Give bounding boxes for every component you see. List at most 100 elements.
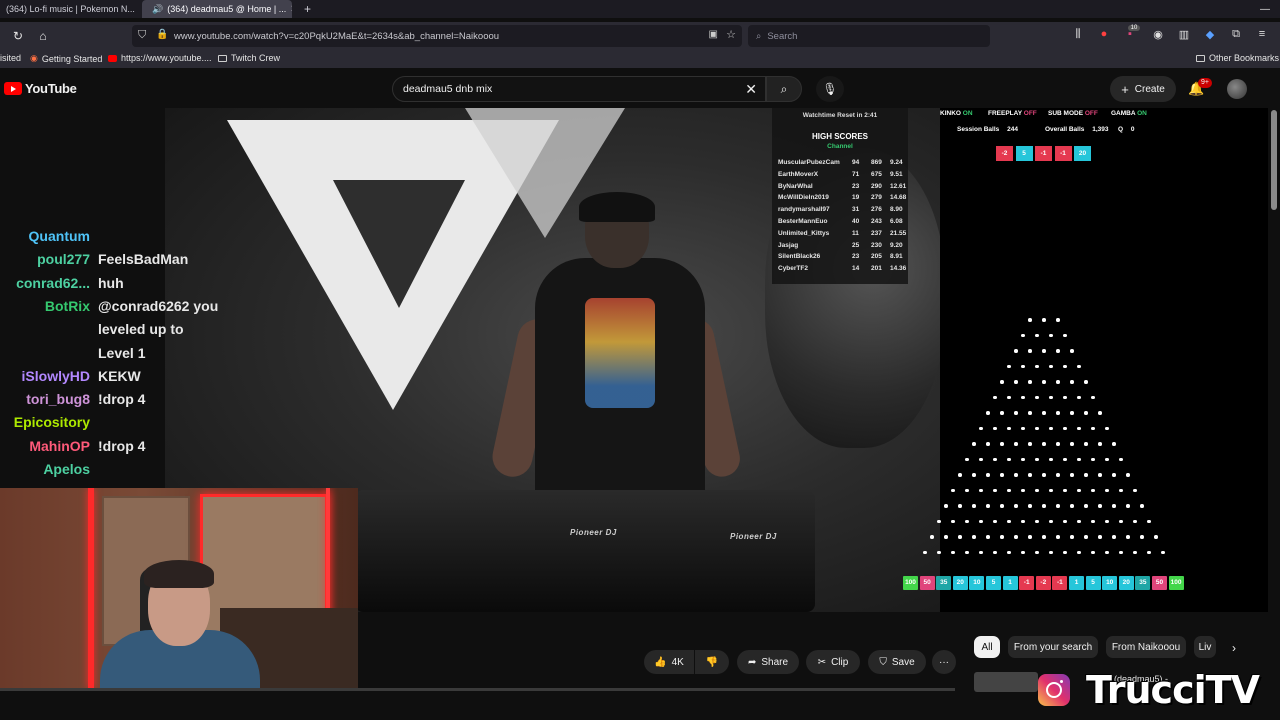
- bookmark-getting-started[interactable]: ◉ Getting Started: [30, 53, 102, 64]
- plinko-peg: [1091, 519, 1095, 524]
- tab-lofi[interactable]: (364) Lo-fi music | Pokemon N... ✕: [0, 0, 138, 18]
- youtube-logo[interactable]: YouTube: [4, 81, 77, 96]
- dj-performer: [488, 192, 744, 528]
- status-state: OFF: [1084, 110, 1098, 117]
- tab-label: (364) Lo-fi music | Pokemon N...: [6, 4, 135, 14]
- bookmark-icon: ⛉: [879, 656, 887, 668]
- plinko-result-chip: -1: [1035, 146, 1052, 161]
- home-icon[interactable]: ⌂: [35, 28, 51, 44]
- plinko-bucket: 20: [1118, 576, 1134, 590]
- plinko-peg: [1042, 535, 1046, 539]
- plinko-peg: [1070, 504, 1074, 508]
- plinko-peg: [944, 504, 948, 508]
- plinko-peg: [1035, 333, 1039, 338]
- bookmark-youtube[interactable]: https://www.youtube....: [108, 53, 212, 63]
- recommended-video-thumbnail[interactable]: [974, 672, 1038, 692]
- plinko-peg: [979, 457, 983, 462]
- chip-all[interactable]: All: [974, 636, 1000, 658]
- score-name: CyberTF2: [778, 265, 808, 273]
- status-label: GAMBA: [1111, 110, 1136, 117]
- save-button[interactable]: ⛉ Save: [868, 650, 926, 674]
- bookmarks-bar: isited ◉ Getting Started https://www.you…: [0, 50, 1280, 68]
- youtube-play-icon: [4, 82, 22, 95]
- account-icon[interactable]: ◉: [1150, 28, 1166, 41]
- chip-live[interactable]: Liv: [1194, 636, 1216, 658]
- youtube-favicon-icon: [108, 54, 117, 62]
- plinko-bucket: 35: [936, 576, 952, 590]
- close-tab-icon[interactable]: ✕: [290, 4, 292, 15]
- chevron-right-icon[interactable]: ›: [1224, 638, 1244, 658]
- create-button[interactable]: + Create: [1110, 76, 1176, 102]
- browser-tab-bar: (364) Lo-fi music | Pokemon N... ✕ 🔊 (36…: [0, 0, 1280, 18]
- plinko-peg: [1000, 442, 1004, 446]
- share-button[interactable]: ➦ Share: [737, 650, 799, 674]
- clip-button[interactable]: ✂ Clip: [806, 650, 860, 674]
- score-a: 14: [852, 265, 860, 273]
- high-score-row: randymarshall97 31 276 8.90: [778, 206, 904, 218]
- page-scrollbar[interactable]: [1268, 108, 1280, 692]
- extension-shield-icon[interactable]: ◆: [1202, 28, 1218, 41]
- score-name: BesterMannEuo: [778, 218, 828, 225]
- menu-icon[interactable]: ≡: [1254, 28, 1270, 40]
- youtube-search-button[interactable]: ⌕: [766, 76, 802, 102]
- status-gamba: GAMBA ON: [1111, 110, 1147, 117]
- video-progress-bar[interactable]: [0, 688, 955, 691]
- more-actions-button[interactable]: ···: [932, 650, 956, 674]
- clear-search-icon[interactable]: ✕: [745, 81, 757, 98]
- plinko-peg: [1056, 349, 1060, 353]
- high-score-row: ByNarWhal 23 290 12.61: [778, 182, 906, 195]
- plinko-peg: [972, 442, 976, 446]
- plinko-result-chip: -1: [1054, 146, 1072, 161]
- plinko-bucket: 5: [986, 576, 1001, 590]
- reload-icon[interactable]: ↻: [10, 28, 26, 44]
- minimize-icon[interactable]: —: [1260, 0, 1270, 18]
- bookmark-star-icon[interactable]: ☆: [726, 28, 736, 41]
- plinko-peg: [986, 504, 990, 508]
- plinko-peg: [1021, 519, 1025, 524]
- high-score-row: Jasjag 25 230 9.20: [778, 242, 904, 254]
- dislike-button[interactable]: 👎: [695, 650, 729, 674]
- status-label: SUB MODE: [1048, 110, 1084, 117]
- score-a: 31: [852, 206, 860, 214]
- plinko-result-chip: -2: [996, 146, 1013, 161]
- voice-search-button[interactable]: 🎙: [816, 76, 844, 102]
- like-button[interactable]: 👍 4K: [644, 650, 694, 674]
- tab-deadmau5[interactable]: 🔊 (364) deadmau5 @ Home | ... ✕: [142, 0, 292, 18]
- score-c: 21.55: [890, 229, 907, 237]
- plinko-peg: [1063, 333, 1067, 338]
- plinko-peg: [979, 519, 983, 524]
- library-icon[interactable]: ⫼: [1070, 28, 1086, 41]
- extension-record-icon[interactable]: ●: [1096, 28, 1112, 40]
- score-b: 201: [871, 265, 882, 273]
- search-icon: ⌕: [780, 82, 788, 96]
- score-b: 290: [871, 182, 882, 190]
- chat-text: @conrad6262 you: [98, 297, 219, 314]
- extensions-icon[interactable]: ⧉: [1228, 28, 1244, 41]
- reader-view-icon[interactable]: ▣: [709, 29, 718, 40]
- extension-count-badge: 10: [1128, 25, 1140, 31]
- chip-from-your-search[interactable]: From your search: [1008, 636, 1098, 658]
- speaker-icon[interactable]: 🔊: [152, 4, 163, 15]
- url-bar[interactable]: ⛉ 🔒 www.youtube.com/watch?v=c20PqkU2MaE&…: [132, 25, 742, 47]
- chip-from-naikooou[interactable]: From Naikooou: [1106, 636, 1186, 658]
- like-count: 4K: [671, 656, 684, 668]
- status-label: FREEPLAY: [988, 110, 1022, 117]
- plinko-peg: [1070, 535, 1074, 539]
- plinko-peg: [1077, 550, 1081, 555]
- plinko-peg: [1049, 457, 1053, 462]
- stats-icon[interactable]: ▥: [1176, 28, 1192, 41]
- high-score-row: SilentBlack26 23 205 8.91: [778, 253, 904, 265]
- bookmark-most-visited[interactable]: isited: [0, 53, 21, 63]
- plinko-peg: [1091, 457, 1095, 462]
- lock-icon[interactable]: 🔒: [156, 29, 168, 40]
- bookmark-other[interactable]: Other Bookmarks: [1196, 53, 1279, 63]
- scrollbar-thumb[interactable]: [1271, 110, 1277, 210]
- plinko-peg: [986, 535, 990, 539]
- new-tab-button[interactable]: +: [298, 0, 318, 18]
- bookmark-twitch-crew[interactable]: Twitch Crew: [218, 53, 280, 63]
- youtube-search-input[interactable]: deadmau5 dnb mix ✕: [392, 76, 766, 102]
- shield-icon[interactable]: ⛉: [138, 29, 146, 42]
- browser-search-field[interactable]: ⌕ Search: [748, 25, 990, 47]
- plinko-peg: [1007, 488, 1011, 493]
- avatar[interactable]: [1227, 79, 1247, 99]
